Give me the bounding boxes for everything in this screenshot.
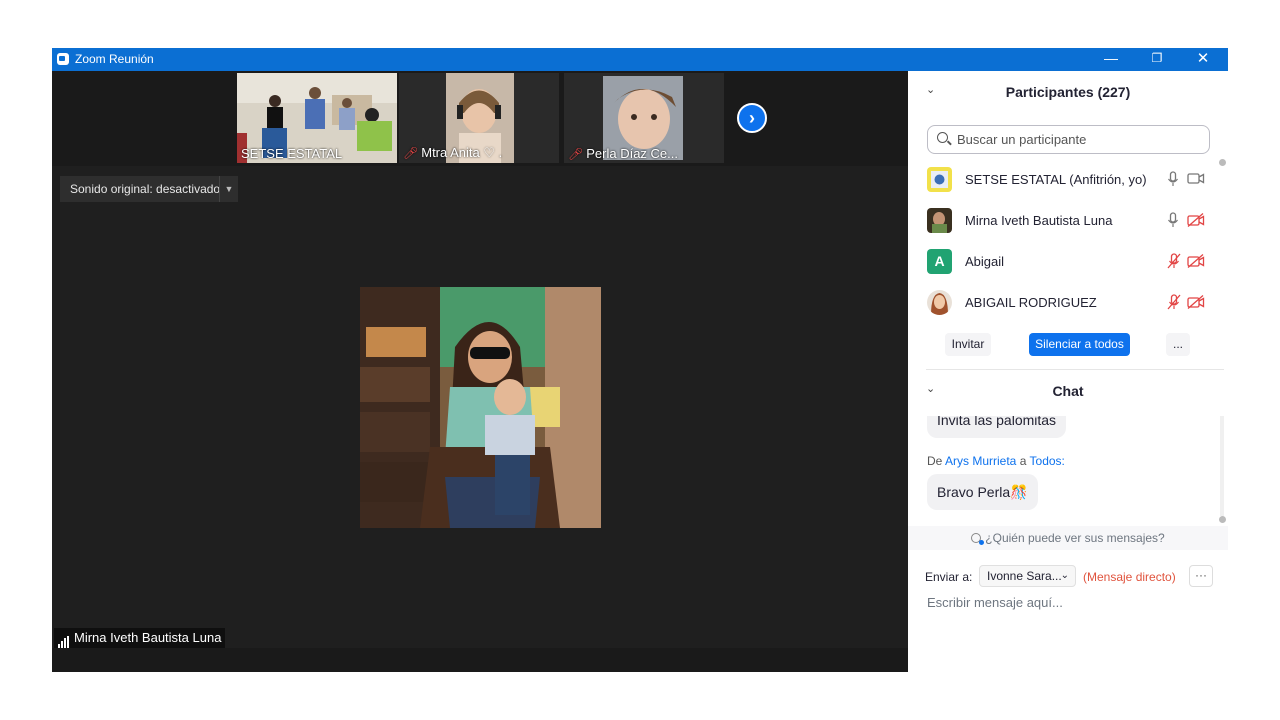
participant-name: SETSE ESTATAL (Anfitrión, yo) [965, 172, 1147, 187]
direct-message-label: (Mensaje directo) [1083, 570, 1176, 584]
chat-more-button[interactable]: ··· [1189, 565, 1213, 587]
chat-messages: Invita las palomitas De Arys Murrieta a … [908, 416, 1228, 526]
chevron-right-icon: › [749, 108, 755, 128]
avatar: A [927, 249, 952, 274]
speaker-photo-image [360, 287, 601, 528]
search-input[interactable] [955, 131, 1199, 148]
thumbnail-video[interactable]: 🎤︎ Perla Díaz Ce... [564, 73, 724, 163]
avatar [927, 167, 952, 192]
chat-scrollbar[interactable] [1219, 516, 1226, 523]
invite-button[interactable]: Invitar [945, 333, 991, 356]
chat-message: Invita las palomitas [927, 416, 1067, 438]
participant-name: ABIGAIL RODRIGUEZ [965, 295, 1097, 310]
participants-more-button[interactable]: ... [1166, 333, 1190, 356]
chat-sender-line: De Arys Murrieta a Todos: [927, 454, 1065, 468]
video-camera-icon[interactable] [1187, 172, 1205, 190]
participant-row[interactable]: SETSE ESTATAL (Anfitrión, yo) [908, 163, 1220, 204]
participant-search[interactable] [927, 125, 1210, 154]
meeting-controls-bar [52, 648, 908, 672]
title-bar: Zoom Reunión — ❐ ✕ [52, 48, 1228, 71]
thumbnail-label: Perla Díaz Ce... [586, 146, 678, 161]
participants-title: Participantes (227) [1005, 84, 1131, 100]
recipient-name[interactable]: Todos: [1030, 454, 1065, 468]
zoom-window: Zoom Reunión — ❐ ✕ SETSE ESTATAL 🎤︎ Mtra… [52, 48, 1228, 672]
mic-muted-icon: 🎤︎ [403, 146, 419, 160]
chat-message-input[interactable] [925, 594, 1219, 611]
participants-scrollbar[interactable] [1219, 159, 1226, 166]
chevron-down-icon: ⌄ [1060, 570, 1069, 581]
chat-scrollbar-track[interactable] [1220, 416, 1224, 516]
mic-muted-icon[interactable] [1167, 294, 1181, 315]
original-sound-label: Sonido original: desactivado [70, 182, 221, 196]
side-panel: ⌄ Participantes (227) SETSE ESTATAL (Anf… [908, 71, 1228, 672]
participant-name: Abigail [965, 254, 1005, 269]
minimize-button[interactable]: — [1088, 48, 1134, 71]
main-video [360, 287, 601, 528]
avatar [927, 290, 952, 315]
avatar [927, 208, 952, 233]
next-page-button[interactable]: › [737, 103, 767, 133]
restore-button[interactable]: ❐ [1134, 48, 1180, 71]
close-button[interactable]: ✕ [1180, 48, 1226, 71]
chevron-down-icon[interactable]: ▼ [219, 176, 238, 202]
speaker-name-label: Mirna Iveth Bautista Luna [54, 628, 226, 650]
chat-message: Bravo Perla🎊 [927, 474, 1038, 510]
search-icon [937, 132, 948, 143]
video-off-icon[interactable] [1187, 213, 1205, 232]
participant-row[interactable]: Mirna Iveth Bautista Luna [908, 204, 1220, 245]
original-sound-toggle[interactable]: Sonido original: desactivado ▼ [60, 176, 238, 202]
microphone-icon[interactable] [1167, 171, 1179, 192]
chat-title: Chat [1052, 383, 1084, 399]
send-to-row: Enviar a: Ivonne Sara... ⌄ (Mensaje dire… [925, 565, 1225, 589]
thumbnail-video[interactable]: SETSE ESTATAL [237, 73, 397, 163]
recipient-select[interactable]: Ivonne Sara... ⌄ [979, 565, 1076, 587]
thumbnail-label: Mtra Anita ♡ . [421, 145, 503, 160]
microphone-icon[interactable] [1167, 212, 1179, 233]
mute-all-button[interactable]: Silenciar a todos [1029, 333, 1130, 356]
zoom-app-icon [57, 53, 69, 65]
person-icon [971, 533, 985, 545]
video-off-icon[interactable] [1187, 295, 1205, 314]
speaker-name: Mirna Iveth Bautista Luna [74, 630, 222, 645]
thumbnail-video[interactable]: 🎤︎ Mtra Anita ♡ . [399, 73, 559, 163]
participant-name: Mirna Iveth Bautista Luna [965, 213, 1113, 228]
video-off-icon[interactable] [1187, 254, 1205, 273]
mic-muted-icon: 🎤︎ [568, 147, 584, 161]
participant-row[interactable]: A Abigail [908, 245, 1220, 286]
connection-strength-icon [58, 630, 70, 648]
send-to-label: Enviar a: [925, 570, 973, 584]
participants-header: ⌄ Participantes (227) [908, 71, 1228, 111]
sender-name[interactable]: Arys Murrieta [945, 454, 1016, 468]
thumbnail-label: SETSE ESTATAL [241, 146, 343, 161]
thumbnail-strip: SETSE ESTATAL 🎤︎ Mtra Anita ♡ . 🎤︎ Perla… [52, 71, 908, 166]
video-area: SETSE ESTATAL 🎤︎ Mtra Anita ♡ . 🎤︎ Perla… [52, 71, 908, 672]
chat-header: ⌄ Chat [908, 370, 1228, 410]
window-title: Zoom Reunión [75, 52, 154, 66]
mic-muted-icon[interactable] [1167, 253, 1181, 274]
participant-row[interactable]: ABIGAIL RODRIGUEZ [908, 286, 1220, 327]
message-visibility-link[interactable]: ¿Quién puede ver sus mensajes? [908, 526, 1228, 550]
